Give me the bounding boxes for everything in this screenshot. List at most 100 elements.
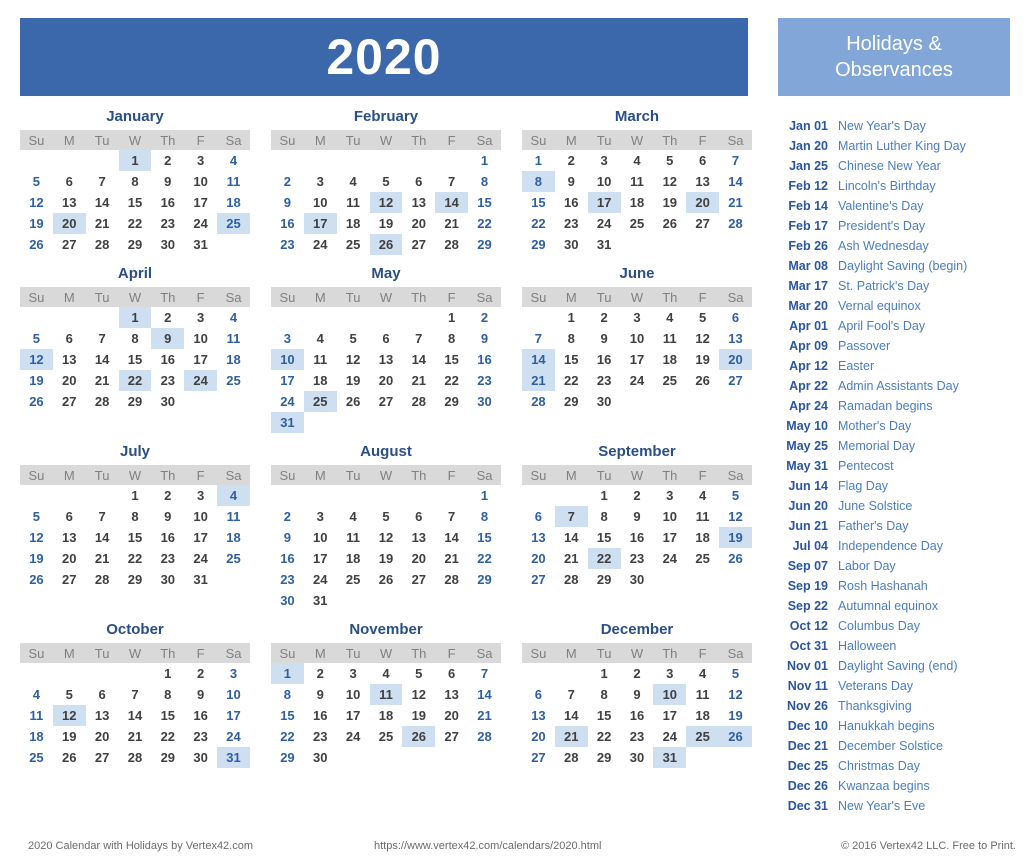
day-cell[interactable]: 18	[686, 527, 719, 548]
day-cell[interactable]: 23	[621, 726, 654, 747]
day-cell[interactable]: 7	[86, 171, 119, 192]
day-cell[interactable]: 24	[653, 726, 686, 747]
day-cell[interactable]: 12	[719, 684, 752, 705]
day-cell[interactable]: 26	[20, 234, 53, 255]
day-cell[interactable]: 3	[184, 485, 217, 506]
day-cell[interactable]: 26	[369, 234, 403, 255]
day-cell[interactable]: 24	[621, 370, 654, 391]
day-cell[interactable]: 9	[304, 684, 337, 705]
day-cell[interactable]: 25	[217, 370, 250, 391]
day-cell[interactable]: 15	[151, 705, 184, 726]
day-cell[interactable]: 18	[337, 548, 370, 569]
day-cell[interactable]: 12	[20, 349, 53, 370]
day-cell[interactable]: 11	[621, 171, 654, 192]
day-cell[interactable]: 11	[369, 684, 403, 705]
day-cell[interactable]: 6	[53, 506, 86, 527]
day-cell[interactable]: 29	[588, 569, 621, 590]
day-cell[interactable]: 5	[719, 663, 752, 684]
day-cell[interactable]: 25	[686, 726, 720, 747]
day-cell[interactable]: 16	[151, 349, 184, 370]
day-cell[interactable]: 24	[217, 726, 250, 747]
day-cell[interactable]: 30	[151, 234, 184, 255]
day-cell[interactable]: 5	[20, 171, 53, 192]
day-cell[interactable]: 31	[588, 234, 621, 255]
day-cell[interactable]: 21	[86, 213, 119, 234]
day-cell[interactable]: 25	[686, 548, 719, 569]
day-cell[interactable]: 21	[435, 213, 468, 234]
day-cell[interactable]: 2	[151, 307, 184, 328]
day-cell[interactable]: 31	[653, 747, 687, 768]
day-cell[interactable]: 4	[217, 485, 250, 506]
day-cell[interactable]: 15	[271, 705, 304, 726]
day-cell[interactable]: 3	[217, 663, 250, 684]
day-cell[interactable]: 28	[468, 726, 501, 747]
day-cell[interactable]: 16	[151, 527, 184, 548]
day-cell[interactable]: 19	[20, 370, 53, 391]
day-cell[interactable]: 19	[686, 349, 719, 370]
day-cell[interactable]: 8	[435, 328, 468, 349]
day-cell[interactable]: 7	[719, 150, 752, 171]
day-cell[interactable]: 28	[86, 569, 119, 590]
day-cell[interactable]: 25	[337, 569, 370, 590]
day-cell[interactable]: 17	[304, 548, 337, 569]
day-cell[interactable]: 21	[119, 726, 152, 747]
day-cell[interactable]: 24	[184, 548, 217, 569]
day-cell[interactable]: 8	[588, 684, 621, 705]
day-cell[interactable]: 16	[621, 527, 654, 548]
day-cell[interactable]: 21	[86, 370, 119, 391]
day-cell[interactable]: 27	[402, 234, 435, 255]
day-cell[interactable]: 5	[53, 684, 86, 705]
day-cell[interactable]: 11	[686, 684, 719, 705]
day-cell[interactable]: 31	[217, 747, 250, 768]
day-cell[interactable]: 6	[53, 171, 86, 192]
day-cell[interactable]: 4	[304, 328, 337, 349]
day-cell[interactable]: 19	[337, 370, 370, 391]
day-cell[interactable]: 3	[304, 506, 337, 527]
day-cell[interactable]: 8	[119, 171, 152, 192]
day-cell[interactable]: 21	[86, 548, 119, 569]
day-cell[interactable]: 5	[337, 328, 370, 349]
day-cell[interactable]: 10	[653, 684, 687, 705]
day-cell[interactable]: 7	[119, 684, 152, 705]
day-cell[interactable]: 9	[588, 328, 621, 349]
day-cell[interactable]: 13	[86, 705, 119, 726]
day-cell[interactable]: 25	[303, 391, 337, 412]
day-cell[interactable]: 26	[719, 726, 752, 747]
day-cell[interactable]: 8	[522, 171, 555, 192]
day-cell[interactable]: 19	[402, 705, 435, 726]
day-cell[interactable]: 20	[719, 349, 752, 370]
day-cell[interactable]: 12	[337, 349, 370, 370]
day-cell[interactable]: 22	[588, 726, 621, 747]
day-cell[interactable]: 17	[587, 192, 621, 213]
footer-url[interactable]: https://www.vertex42.com/calendars/2020.…	[374, 840, 601, 852]
day-cell[interactable]: 20	[53, 370, 86, 391]
day-cell[interactable]: 23	[151, 370, 184, 391]
day-cell[interactable]: 21	[402, 370, 435, 391]
day-cell[interactable]: 26	[719, 548, 752, 569]
day-cell[interactable]: 8	[119, 328, 152, 349]
day-cell[interactable]: 1	[435, 307, 468, 328]
day-cell[interactable]: 7	[522, 328, 555, 349]
day-cell[interactable]: 11	[304, 349, 337, 370]
day-cell[interactable]: 28	[435, 569, 468, 590]
day-cell[interactable]: 13	[435, 684, 468, 705]
day-cell[interactable]: 24	[653, 548, 686, 569]
day-cell[interactable]: 27	[522, 747, 555, 768]
day-cell[interactable]: 18	[337, 213, 370, 234]
day-cell[interactable]: 1	[588, 485, 621, 506]
day-cell[interactable]: 7	[86, 506, 119, 527]
day-cell[interactable]: 24	[304, 569, 337, 590]
day-cell[interactable]: 29	[119, 569, 152, 590]
day-cell[interactable]: 10	[184, 506, 217, 527]
day-cell[interactable]: 20	[86, 726, 119, 747]
day-cell[interactable]: 19	[719, 705, 752, 726]
day-cell[interactable]: 1	[468, 150, 501, 171]
day-cell[interactable]: 9	[621, 684, 654, 705]
day-cell[interactable]: 22	[119, 548, 152, 569]
day-cell[interactable]: 20	[435, 705, 468, 726]
day-cell[interactable]: 9	[151, 328, 185, 349]
day-cell[interactable]: 26	[53, 747, 86, 768]
day-cell[interactable]: 11	[217, 506, 250, 527]
day-cell[interactable]: 1	[555, 307, 588, 328]
day-cell[interactable]: 22	[118, 370, 152, 391]
